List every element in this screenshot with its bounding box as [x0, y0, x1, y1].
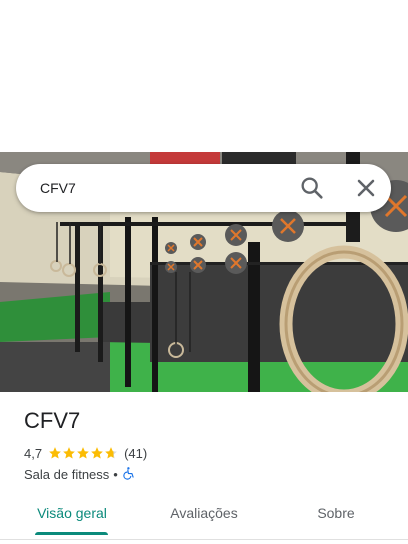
rating-row[interactable]: 4,7 (41) [24, 444, 147, 462]
separator-dot: • [113, 466, 118, 482]
rating-value: 4,7 [24, 445, 43, 461]
tab-about[interactable]: Sobre [264, 496, 408, 532]
search-icon[interactable] [298, 174, 326, 202]
active-tab-indicator [35, 532, 108, 535]
map-blank-area [0, 0, 408, 152]
review-count[interactable]: (41) [124, 446, 147, 461]
star-icon [49, 447, 61, 459]
category-row: Sala de fitness • [24, 465, 136, 483]
search-input[interactable]: CFV7 [40, 164, 76, 212]
search-bar[interactable]: CFV7 [16, 164, 391, 212]
place-tabs: Visão geral Avaliações Sobre [0, 496, 408, 536]
star-half-icon [105, 447, 117, 459]
close-icon[interactable] [352, 174, 380, 202]
wheelchair-icon [122, 466, 136, 483]
tab-overview[interactable]: Visão geral [0, 496, 144, 532]
tabs-divider [0, 539, 408, 540]
star-icon [91, 447, 103, 459]
place-category: Sala de fitness [24, 466, 110, 482]
place-name: CFV7 [24, 408, 81, 433]
tab-reviews[interactable]: Avaliações [144, 496, 264, 532]
star-icon [63, 447, 75, 459]
star-icon [77, 447, 89, 459]
rating-stars [48, 446, 118, 460]
